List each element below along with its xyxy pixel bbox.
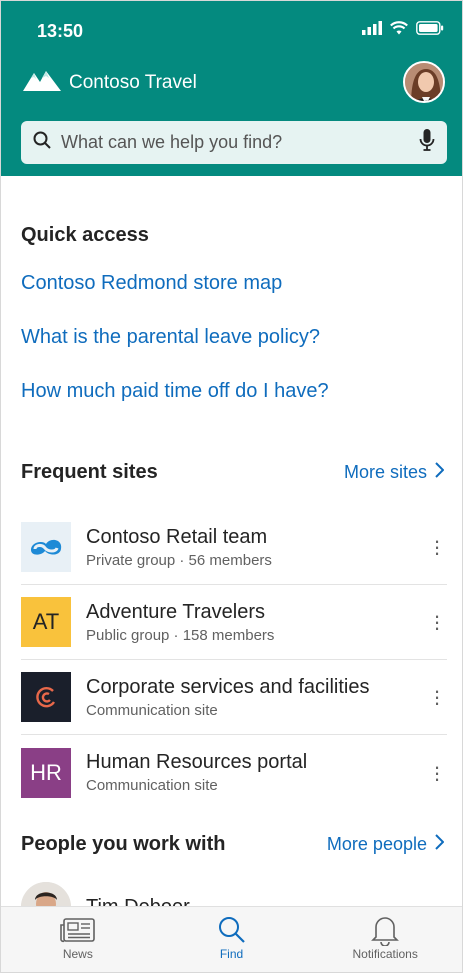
status-time: 13:50 [37, 21, 84, 41]
bottom-nav: News Find Notifications [1, 906, 462, 972]
news-icon [60, 913, 96, 947]
ring-logo-icon [21, 672, 71, 722]
wifi-icon [390, 21, 408, 40]
site-name: Contoso Retail team [86, 525, 268, 548]
brand-name: Contoso Travel [69, 71, 197, 93]
search-bar[interactable] [21, 121, 447, 164]
people-header: People you work with More people [21, 833, 445, 856]
site-text: Contoso Retail team Private group · 56 m… [86, 526, 427, 569]
site-meta: Public group · 158 members [86, 626, 275, 644]
more-options-icon[interactable]: · · · [427, 755, 447, 789]
site-initials-logo: AT [21, 597, 71, 647]
site-item-contoso-retail[interactable]: Contoso Retail team Private group · 56 m… [21, 510, 447, 585]
more-options-icon[interactable]: · · · [427, 680, 447, 714]
app-screen: 13:50 Contoso Travel What can we help yo… [0, 0, 463, 973]
nav-notifications[interactable]: Notifications [308, 907, 462, 972]
more-people-link[interactable]: More people [326, 834, 445, 855]
site-name: Human Resources portal [86, 751, 308, 773]
battery-icon [416, 21, 444, 40]
site-text: Adventure Travelers Public group · 158 m… [86, 601, 427, 644]
frequent-sites-header: Frequent sites More sites [21, 461, 445, 484]
chevron-right-icon [435, 462, 445, 483]
status-bar: 13:50 [1, 1, 462, 61]
more-options-icon[interactable]: · · · [427, 530, 447, 564]
nav-news[interactable]: News [1, 907, 155, 972]
more-sites-label: More sites [343, 462, 427, 482]
site-item-human-resources[interactable]: HR Human Resources portal Communication … [21, 735, 447, 810]
more-options-icon[interactable]: · · · [427, 605, 447, 639]
site-meta: Private group · 56 members [86, 551, 272, 569]
frequent-sites-title: Frequent sites [21, 461, 158, 483]
bell-icon [371, 913, 400, 947]
nav-label: Find [219, 947, 244, 961]
search-icon [217, 913, 247, 947]
header: 13:50 Contoso Travel What can we help yo… [1, 1, 462, 176]
brand[interactable]: Contoso Travel [23, 69, 197, 96]
nav-label: Notifications [352, 947, 418, 961]
search-input[interactable] [61, 132, 419, 153]
site-item-corporate-services[interactable]: Corporate services and facilities Commun… [21, 660, 447, 735]
mountain-logo-icon [23, 69, 61, 96]
site-initials-logo: HR [21, 747, 71, 798]
cloud-logo-icon [21, 522, 71, 572]
site-text: Corporate services and facilities Commun… [86, 676, 427, 719]
quick-access-title: Quick access [21, 224, 149, 246]
status-icons [362, 21, 444, 40]
quick-link-parental-leave[interactable]: What is the parental leave policy? [21, 326, 329, 380]
site-meta: Communication site [86, 777, 218, 794]
search-icon [33, 131, 51, 154]
site-text: Human Resources portal Communication sit… [86, 751, 427, 794]
site-name: Corporate services and facilities [86, 675, 370, 698]
quick-link-store-map[interactable]: Contoso Redmond store map [21, 272, 329, 326]
site-name: Adventure Travelers [86, 600, 265, 623]
chevron-right-icon [435, 834, 445, 855]
quick-access-list: Contoso Redmond store map What is the pa… [21, 272, 329, 434]
site-initials: AT [32, 609, 60, 634]
more-people-label: More people [326, 834, 427, 854]
people-title: People you work with [21, 833, 226, 855]
nav-find[interactable]: Find [155, 907, 309, 972]
user-avatar[interactable] [403, 61, 445, 103]
site-item-adventure-travelers[interactable]: AT Adventure Travelers Public group · 15… [21, 585, 447, 660]
site-initials: HR [30, 759, 62, 785]
more-sites-link[interactable]: More sites [343, 462, 445, 483]
signal-icon [362, 21, 382, 40]
microphone-icon[interactable] [419, 128, 435, 157]
nav-label: News [62, 947, 93, 961]
site-meta: Communication site [86, 701, 218, 719]
frequent-sites-list: Contoso Retail team Private group · 56 m… [21, 510, 447, 810]
quick-link-paid-time-off[interactable]: How much paid time off do I have? [21, 380, 329, 434]
